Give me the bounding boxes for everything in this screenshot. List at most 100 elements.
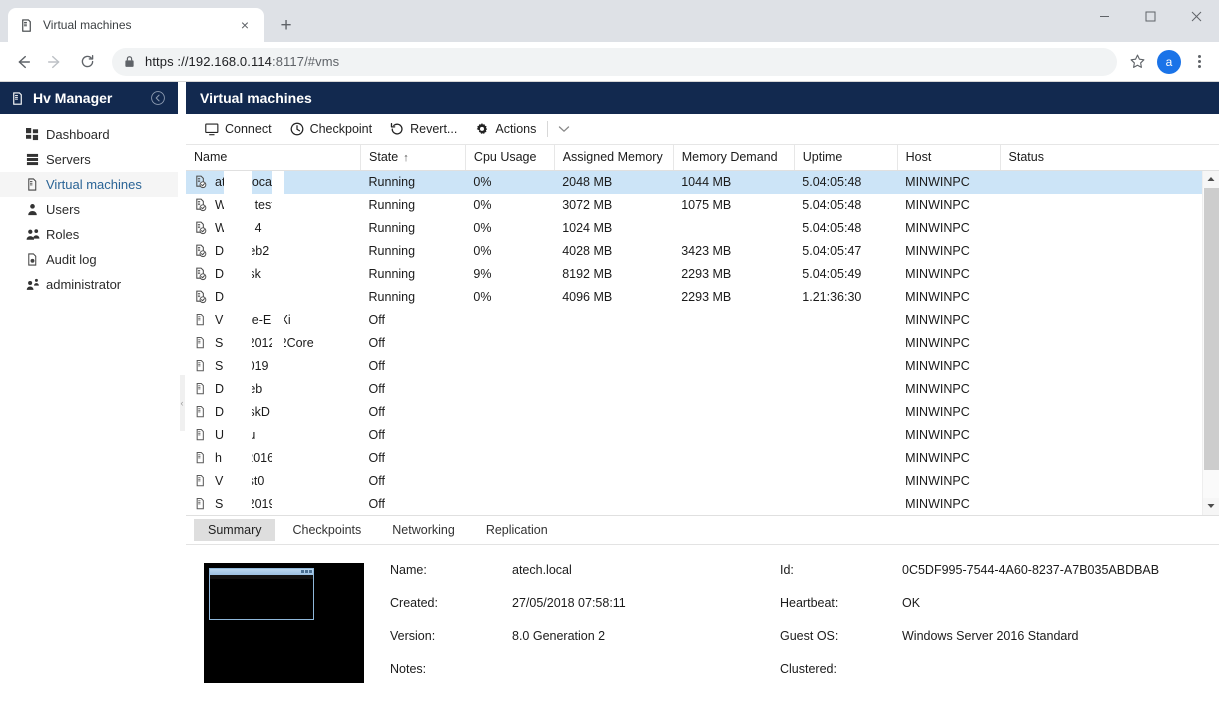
actions-button[interactable]: Actions <box>466 116 545 142</box>
table-row[interactable]: D l Running 0% 4096 MB 2293 MB 1.21:36:30 MINW… <box>186 286 1219 309</box>
table-row[interactable]: U u Off MINWINPC <box>186 424 1219 447</box>
column-header-uptime[interactable]: Uptime <box>794 145 898 171</box>
cell-name: D eb2 <box>186 240 361 263</box>
column-header-status[interactable]: Status <box>1000 145 1219 171</box>
sidebar-splitter[interactable]: ‹ <box>178 82 186 724</box>
column-header-state[interactable]: State ↑ <box>360 145 466 171</box>
table-row[interactable]: W 4 Running 0% 1024 MB 5.04:05:48 MINWINPC <box>186 217 1219 240</box>
close-icon[interactable]: × <box>236 16 254 34</box>
column-header-host[interactable]: Host <box>897 145 1001 171</box>
window-controls <box>1081 0 1219 32</box>
field-label: Heartbeat: <box>780 595 839 610</box>
main-content: Virtual machines Connect Checkpoint Reve… <box>186 82 1219 724</box>
vertical-scrollbar[interactable] <box>1202 170 1219 515</box>
cell-memory-demand <box>673 355 794 378</box>
table-row[interactable]: atech.local Running 0% 2048 MB 1044 MB 5.04:0… <box>186 170 1219 194</box>
cell-name: h 2016 <box>186 447 361 470</box>
vm-running-icon <box>194 198 208 212</box>
sidebar-item-virtual-machines[interactable]: Virtual machines <box>0 172 178 197</box>
sidebar-item-administrator[interactable]: administrator <box>0 272 178 297</box>
kebab-menu-icon[interactable] <box>1187 48 1211 76</box>
table-row[interactable]: S 2019 Off MINWINPC <box>186 493 1219 515</box>
tab-replication[interactable]: Replication <box>472 519 562 541</box>
vm-off-icon <box>194 336 208 350</box>
scrollbar-thumb[interactable] <box>1203 187 1219 470</box>
tab-summary[interactable]: Summary <box>194 518 276 541</box>
server-icon <box>10 91 25 106</box>
cell-name: D skD <box>186 401 361 424</box>
sidebar-item-roles[interactable]: Roles <box>0 222 178 247</box>
browser-tab[interactable]: Virtual machines × <box>8 8 264 42</box>
table-row[interactable]: W test Running 0% 3072 MB 1075 MB 5.04:05:48 M… <box>186 194 1219 217</box>
tab-checkpoints[interactable]: Checkpoints <box>278 519 375 541</box>
table-row[interactable]: D sk Running 9% 8192 MB 2293 MB 5.04:05:49 MIN… <box>186 263 1219 286</box>
table-row[interactable]: D eb2 Running 0% 4028 MB 3423 MB 5.04:05:47 MI… <box>186 240 1219 263</box>
chevron-left-circle-icon[interactable] <box>148 88 168 108</box>
vm-table-body-scroll[interactable]: atech.local Running 0% 2048 MB 1044 MB 5.04:0… <box>186 170 1219 516</box>
cell-host: MINWINPC <box>905 267 970 281</box>
close-icon[interactable] <box>1173 0 1219 32</box>
vm-icon <box>26 178 46 191</box>
vm-name-label: D eb <box>215 382 263 396</box>
column-header-cpu-usage[interactable]: Cpu Usage <box>465 145 555 171</box>
sidebar-item-servers[interactable]: Servers <box>0 147 178 172</box>
column-header-memory-demand[interactable]: Memory Demand <box>673 145 795 171</box>
vm-name-label: V st0 <box>215 474 265 488</box>
cell-cpu-usage <box>465 332 554 355</box>
column-header-assigned-memory[interactable]: Assigned Memory <box>554 145 674 171</box>
address-bar[interactable]: https ://192.168.0.114:8117/#vms <box>112 47 1117 76</box>
field-heartbeat: Heartbeat: OK <box>780 596 1219 629</box>
new-tab-button[interactable]: + <box>272 11 300 39</box>
toolbar-separator <box>547 121 549 137</box>
cell-state: Running <box>368 244 416 258</box>
avatar[interactable]: a <box>1157 49 1181 74</box>
cell-name: W test <box>186 194 361 217</box>
sidebar-item-users[interactable]: Users <box>0 197 178 222</box>
reload-icon[interactable] <box>72 47 102 77</box>
scrollbar-track[interactable] <box>1202 187 1219 498</box>
detail-fields-left: Name: atech.local Created: 27/05/2018 07… <box>390 563 780 724</box>
cell-name: atech.local <box>186 170 361 194</box>
table-row[interactable]: D skD Off MINWINPC <box>186 401 1219 424</box>
cell-state: Running <box>368 290 416 304</box>
maximize-icon[interactable] <box>1127 0 1173 32</box>
cell-memory-demand <box>673 470 794 493</box>
checkpoint-button[interactable]: Checkpoint <box>281 116 382 142</box>
connect-label: Connect <box>225 122 272 136</box>
scroll-down-icon[interactable] <box>1202 497 1219 515</box>
revert-button[interactable]: Revert... <box>381 116 466 142</box>
table-row[interactable]: V st0 Off MINWINPC <box>186 470 1219 493</box>
cell-cpu-usage: 0% <box>465 170 555 194</box>
star-icon[interactable] <box>1123 48 1151 76</box>
table-row[interactable]: V re-ESXi Off MINWINPC <box>186 309 1219 332</box>
browser-window: Virtual machines × + https://192.168.0.… <box>0 0 1219 724</box>
vm-console-thumbnail[interactable] <box>204 562 364 683</box>
field-created: Created: 27/05/2018 07:58:11 <box>390 596 780 629</box>
table-row[interactable]: S 019 Off MINWINPC <box>186 355 1219 378</box>
sidebar-item-audit-log[interactable]: Audit log <box>0 247 178 272</box>
chevron-left-icon[interactable]: ‹ <box>179 375 185 431</box>
cell-cpu-usage <box>465 309 554 332</box>
cell-assigned-memory <box>554 470 673 493</box>
tab-networking[interactable]: Networking <box>378 519 469 541</box>
minimize-icon[interactable] <box>1081 0 1127 32</box>
chevron-down-icon[interactable] <box>550 116 578 142</box>
scroll-up-icon[interactable] <box>1202 170 1219 188</box>
column-header-name[interactable]: Name <box>186 145 362 171</box>
table-row[interactable]: S 2012r2Core Off MINWINPC <box>186 332 1219 355</box>
field-label: Id: <box>780 562 794 577</box>
vm-name-label: D eb2 <box>215 244 270 258</box>
cell-uptime: 5.04:05:48 <box>802 198 862 212</box>
cell-name: U u <box>186 424 361 447</box>
cell-state: Off <box>368 336 385 350</box>
table-row[interactable]: h 2016 Off MINWINPC <box>186 447 1219 470</box>
table-row[interactable]: D eb Off MINWINPC <box>186 378 1219 401</box>
vm-name-label: U u <box>215 428 256 442</box>
connect-button[interactable]: Connect <box>196 116 281 142</box>
vm-running-icon <box>194 175 208 189</box>
cell-host: MINWINPC <box>905 290 970 304</box>
cell-assigned-memory: 8192 MB <box>562 267 613 281</box>
sidebar-item-dashboard[interactable]: Dashboard <box>0 122 178 147</box>
cell-memory-demand <box>673 401 794 424</box>
back-arrow-icon[interactable] <box>8 47 38 77</box>
